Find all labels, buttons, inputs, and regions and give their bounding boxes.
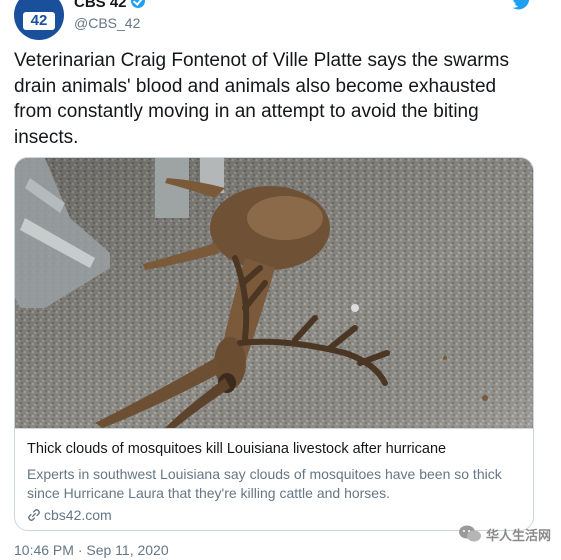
watermark: 华人生活网 bbox=[458, 524, 551, 544]
wechat-icon bbox=[458, 525, 481, 542]
card-info[interactable]: Thick clouds of mosquitoes kill Louisian… bbox=[15, 428, 533, 530]
tweet-text: Veterinarian Craig Fontenot of Ville Pla… bbox=[14, 50, 509, 148]
avatar-number: 42 bbox=[23, 12, 55, 30]
avatar[interactable]: 42 bbox=[14, 0, 64, 40]
watermark-text: 华人生活网 bbox=[485, 527, 551, 543]
dead-deer-photo bbox=[15, 158, 533, 428]
link-preview-card[interactable]: Thick clouds of mosquitoes kill Louisian… bbox=[14, 157, 534, 531]
account-handle[interactable]: @CBS_42 bbox=[74, 15, 145, 31]
card-image[interactable] bbox=[15, 158, 533, 428]
card-domain-text[interactable]: cbs42.com bbox=[44, 507, 112, 523]
card-title[interactable]: Thick clouds of mosquitoes kill Louisian… bbox=[27, 439, 523, 459]
account-name-block[interactable]: CBS 42 @CBS_42 bbox=[74, 0, 145, 31]
card-description: Experts in southwest Louisiana say cloud… bbox=[27, 466, 502, 501]
twitter-bird-icon[interactable] bbox=[511, 0, 533, 10]
tweet-timestamp[interactable]: 10:46 PM · Sep 11, 2020 bbox=[14, 542, 169, 558]
link-icon bbox=[28, 509, 40, 521]
verified-badge-icon bbox=[130, 0, 145, 8]
card-domain[interactable]: cbs42.com bbox=[27, 507, 523, 523]
display-name[interactable]: CBS 42 bbox=[74, 0, 127, 11]
tweet-header: 42 CBS 42 @CBS_42 bbox=[0, 0, 561, 40]
